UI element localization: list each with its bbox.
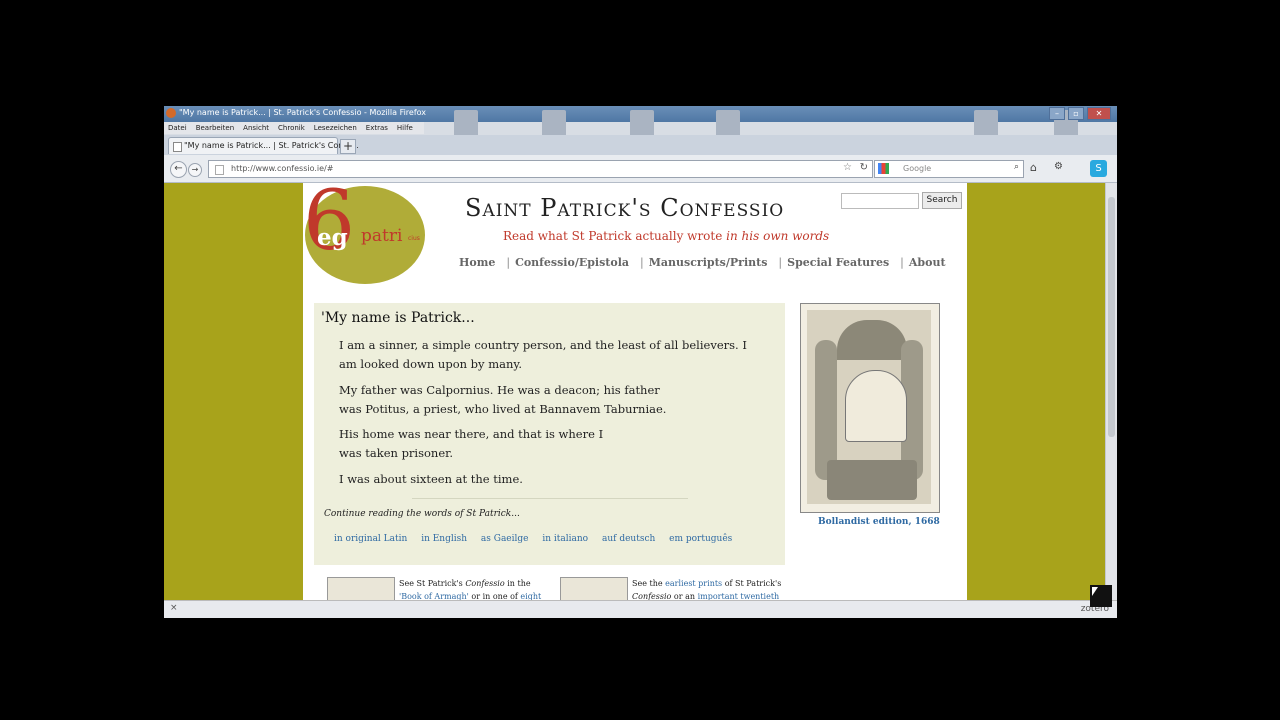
- page-icon: [215, 165, 224, 175]
- url-text: http://www.confessio.ie/#: [231, 164, 334, 173]
- link-english[interactable]: in English: [421, 534, 467, 544]
- window-title: "My name is Patrick... | St. Patrick's C…: [179, 108, 427, 117]
- browser-window: "My name is Patrick... | St. Patrick's C…: [164, 106, 1117, 618]
- teaser-text: or an: [673, 592, 696, 600]
- navigation-toolbar: ← → http://www.confessio.ie/# ☆ ↻ Google…: [164, 155, 1117, 183]
- divider: [412, 498, 688, 499]
- teaser-text: of St Patrick's: [724, 579, 782, 588]
- nav-manuscripts-prints[interactable]: Manuscripts/Prints: [649, 256, 768, 269]
- tools-icon[interactable]: ⚙: [1054, 161, 1063, 172]
- site-search-input[interactable]: [841, 193, 919, 209]
- tagline-text: Read what St Patrick actually wrote: [503, 229, 723, 243]
- home-icon[interactable]: ⌂: [1030, 161, 1037, 174]
- nav-separator: |: [900, 256, 904, 269]
- nav-separator: |: [778, 256, 783, 269]
- teaser-italic: Confessio: [632, 592, 672, 600]
- site-title: Saint Patrick's Confessio: [465, 194, 785, 222]
- skype-icon[interactable]: S: [1090, 160, 1107, 177]
- nav-separator: |: [640, 256, 644, 269]
- status-bar: × zotero: [164, 600, 1117, 618]
- site-nav: Home | Confessio/Epistola | Manuscripts/…: [459, 256, 957, 269]
- link-portugues[interactable]: em português: [669, 534, 732, 544]
- tab-confessio[interactable]: "My name is Patrick... | St. Patrick's C…: [168, 137, 359, 154]
- teaser-text: See St Patrick's: [399, 579, 463, 588]
- language-links: in original Latin in English as Gaeilge …: [334, 534, 743, 544]
- nav-about[interactable]: About: [909, 256, 946, 269]
- menu-datei[interactable]: Datei: [164, 122, 192, 134]
- bookmark-star-icon[interactable]: ☆: [843, 162, 852, 173]
- forward-arrow-icon[interactable]: →: [188, 163, 202, 177]
- close-addon-bar-icon[interactable]: ×: [170, 603, 178, 613]
- earliest-prints-thumbnail[interactable]: [560, 577, 628, 600]
- reload-icon[interactable]: ↻: [860, 162, 868, 173]
- teaser-text: or in one of: [471, 592, 518, 600]
- minimize-button[interactable]: –: [1049, 107, 1065, 120]
- close-button[interactable]: ✕: [1087, 107, 1111, 120]
- manuscripts-teaser: See St Patrick's Confessio in the 'Book …: [399, 577, 541, 600]
- title-bar: "My name is Patrick... | St. Patrick's C…: [164, 106, 1117, 142]
- intro-heading: 'My name is Patrick...: [321, 310, 475, 326]
- url-bar[interactable]: http://www.confessio.ie/# ☆ ↻: [208, 160, 873, 178]
- link-gaeilge[interactable]: as Gaeilge: [481, 534, 529, 544]
- page-viewport: 6 eg patri cius Saint Patrick's Confessi…: [164, 183, 1105, 600]
- nav-separator: |: [506, 256, 511, 269]
- link-deutsch[interactable]: auf deutsch: [602, 534, 655, 544]
- tab-label: "My name is Patrick... | St. Patrick's C…: [184, 141, 359, 150]
- link-latin[interactable]: in original Latin: [334, 534, 407, 544]
- link-italiano[interactable]: in italiano: [542, 534, 588, 544]
- search-placeholder: Google: [903, 164, 932, 173]
- intro-paragraph: His home was near there, and that is whe…: [339, 427, 604, 460]
- engraving: [807, 310, 931, 504]
- google-icon: [878, 163, 889, 174]
- mouse-cursor-icon: [1090, 585, 1112, 607]
- logo-small: cius: [408, 235, 420, 242]
- menu-extras[interactable]: Extras: [362, 122, 393, 134]
- logo-patri: patri: [361, 226, 403, 246]
- menu-ansicht[interactable]: Ansicht: [239, 122, 274, 134]
- nav-home[interactable]: Home: [459, 256, 495, 269]
- intro-panel: 'My name is Patrick... I am a sinner, a …: [314, 303, 785, 565]
- site-search-button[interactable]: Search: [922, 192, 962, 209]
- magnifier-icon[interactable]: ⌕: [1014, 162, 1019, 172]
- teaser-text: See the: [632, 579, 663, 588]
- link-earliest-prints[interactable]: earliest prints: [665, 579, 722, 588]
- vertical-scrollbar[interactable]: [1105, 183, 1117, 600]
- menu-chronik[interactable]: Chronik: [274, 122, 310, 134]
- teaser-text: in the: [507, 579, 531, 588]
- intro-paragraph: My father was Calpornius. He was a deaco…: [339, 383, 667, 416]
- site-tagline: Read what St Patrick actually wrote in h…: [503, 229, 829, 243]
- book-of-armagh-thumbnail[interactable]: [327, 577, 395, 600]
- nav-special-features[interactable]: Special Features: [787, 256, 889, 269]
- new-tab-button[interactable]: +: [340, 139, 356, 154]
- nav-confessio-epistola[interactable]: Confessio/Epistola: [515, 256, 629, 269]
- bollandist-plate-image[interactable]: [800, 303, 940, 513]
- tab-bar: "My name is Patrick... | St. Patrick's C…: [164, 135, 1117, 155]
- search-bar[interactable]: Google ⌕: [874, 160, 1024, 178]
- menu-bearbeiten[interactable]: Bearbeiten: [192, 122, 239, 134]
- intro-paragraph: I was about sixteen at the time.: [339, 472, 523, 486]
- link-book-of-armagh[interactable]: 'Book of Armagh': [399, 592, 469, 600]
- continue-reading: Continue reading the words of St Patrick…: [324, 509, 520, 519]
- prints-teaser: See the earliest prints of St Patrick's …: [632, 577, 781, 600]
- menu-bar: Datei Bearbeiten Ansicht Chronik Lesezei…: [164, 122, 424, 134]
- firefox-icon: [166, 108, 176, 118]
- back-arrow-icon[interactable]: ←: [170, 161, 187, 178]
- intro-paragraph: I am a sinner, a simple country person, …: [339, 338, 747, 371]
- maximize-button[interactable]: ▫: [1068, 107, 1084, 120]
- site-page: 6 eg patri cius Saint Patrick's Confessi…: [303, 183, 967, 600]
- teaser-italic: Confessio: [465, 579, 505, 588]
- site-logo[interactable]: 6 eg patri cius: [303, 183, 425, 284]
- scrollbar-thumb[interactable]: [1108, 197, 1115, 437]
- menu-lesezeichen[interactable]: Lesezeichen: [310, 122, 362, 134]
- menu-hilfe[interactable]: Hilfe: [393, 122, 418, 134]
- tagline-emphasis: in his own words: [726, 229, 830, 243]
- link-eight[interactable]: eight: [520, 592, 541, 600]
- plate-caption[interactable]: Bollandist edition, 1668: [818, 517, 940, 527]
- link-important-twentieth[interactable]: important twentieth: [698, 592, 780, 600]
- page-icon: [173, 142, 182, 152]
- logo-eg: eg: [317, 224, 348, 251]
